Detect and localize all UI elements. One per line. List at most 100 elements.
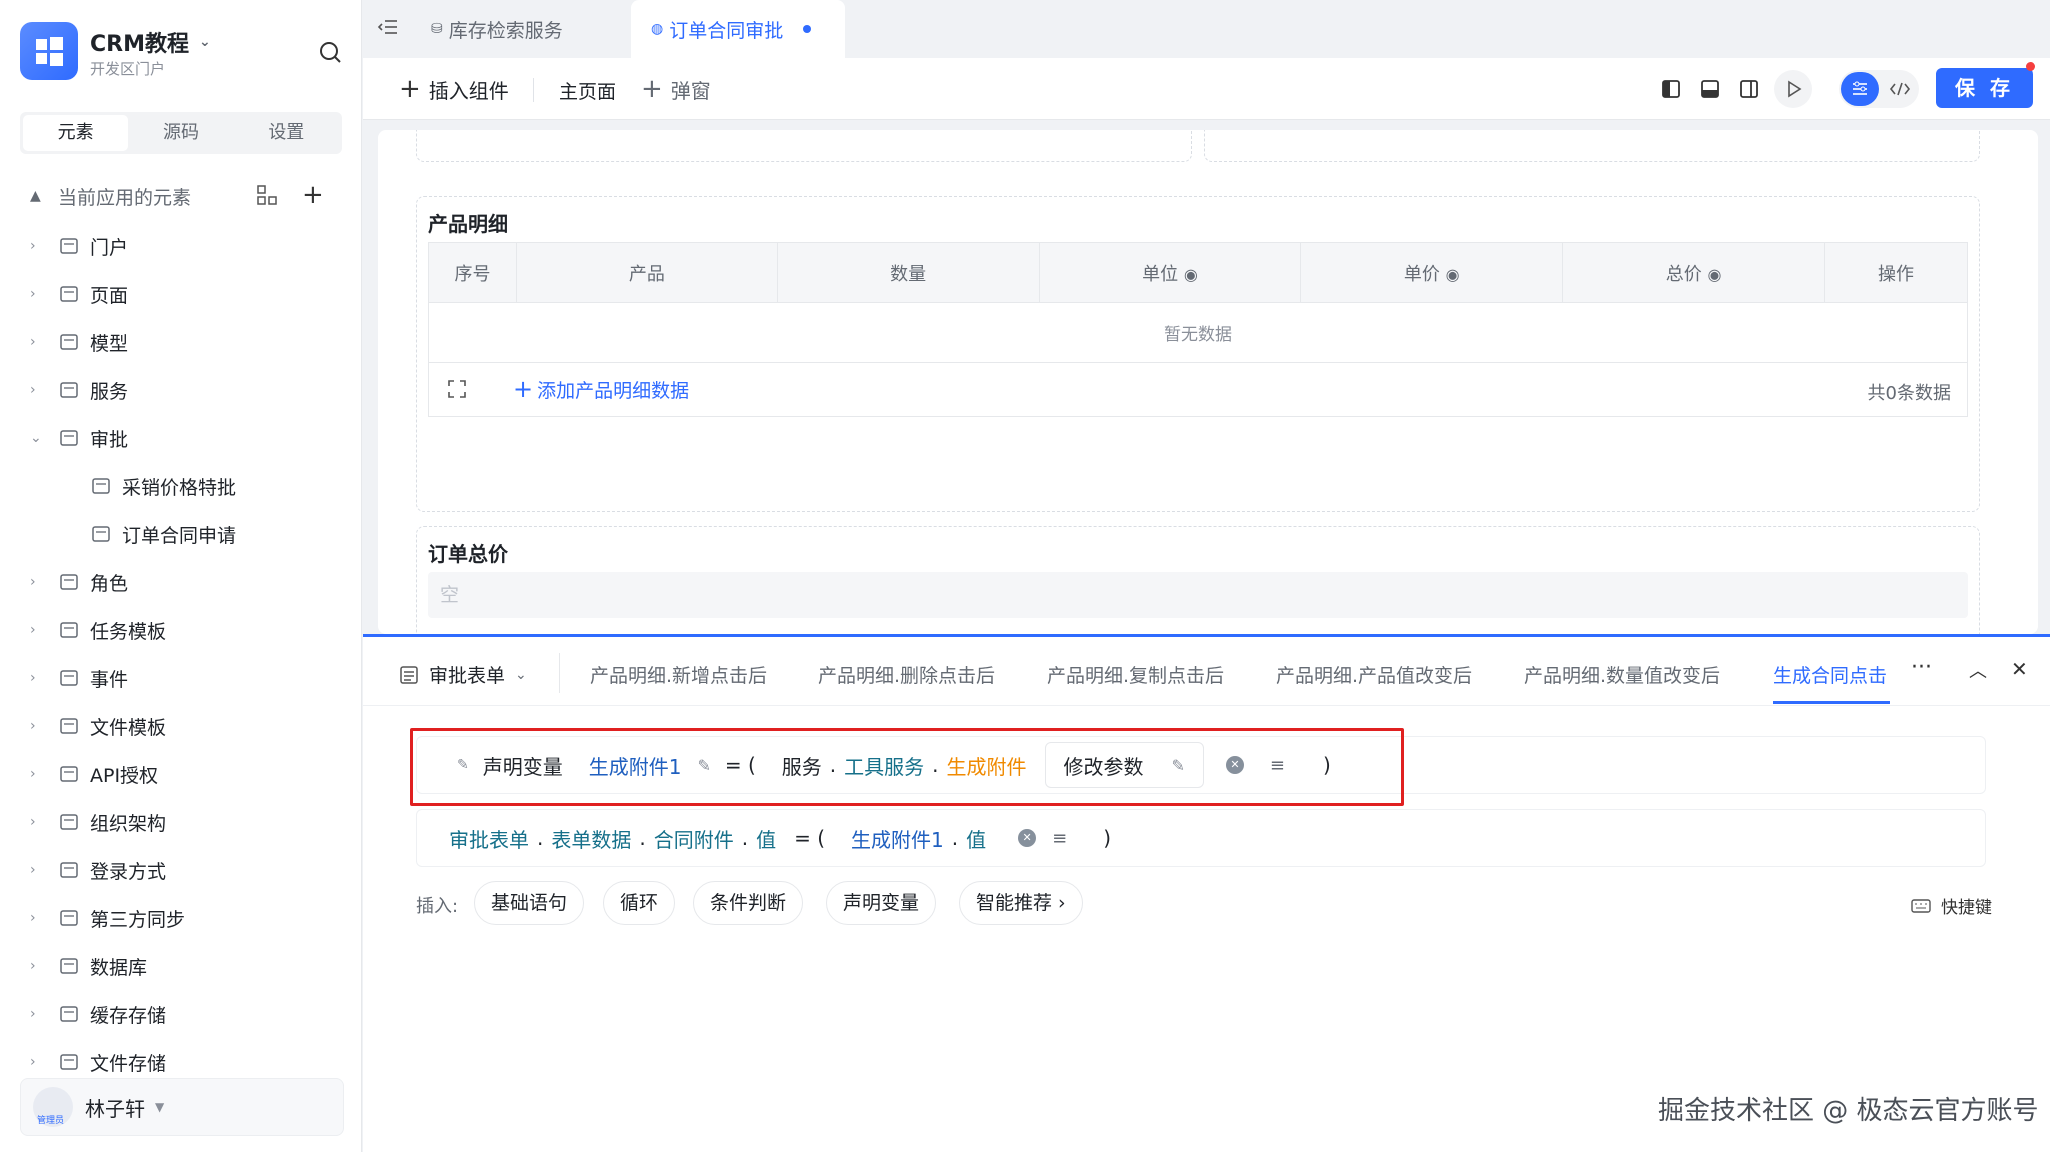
layout-left-icon[interactable]: [1660, 78, 1682, 100]
order-total-title: 订单总价: [428, 542, 508, 566]
tab-elements[interactable]: 元素: [23, 115, 129, 151]
form-data-token[interactable]: 表单数据: [551, 824, 631, 853]
app-name[interactable]: CRM教程 ⌄: [90, 26, 211, 58]
shortcut-button[interactable]: 快捷键: [1911, 893, 1992, 918]
layout-bottom-icon[interactable]: [1699, 78, 1721, 100]
collapse-up-icon[interactable]: ︿: [1969, 657, 1987, 683]
sidebar-item-16[interactable]: › 缓存存储: [30, 994, 340, 1034]
popup-button[interactable]: + 弹窗: [641, 74, 711, 104]
sidebar-item-12[interactable]: › 组织架构: [30, 802, 340, 842]
eye-icon[interactable]: ◉: [1184, 265, 1198, 284]
close-icon[interactable]: ✕: [2011, 657, 2028, 681]
add-icon[interactable]: +: [302, 180, 324, 210]
tab-order-contract[interactable]: ◍ 订单合同审批: [631, 0, 845, 58]
value-token[interactable]: 值: [756, 824, 776, 853]
clear-icon[interactable]: ✕: [1018, 829, 1037, 847]
sidebar-item-14[interactable]: › 第三方同步: [30, 898, 340, 938]
tab-event-copy[interactable]: 产品明细.复制点击后: [1047, 661, 1224, 688]
layout-right-icon[interactable]: [1738, 78, 1760, 100]
chevron-right-icon[interactable]: ›: [30, 382, 48, 398]
add-product-row-button[interactable]: + 添加产品明细数据: [513, 375, 689, 403]
sidebar-item-4[interactable]: ⌄ 审批: [30, 418, 340, 458]
sidebar-item-label: 任务模板: [90, 620, 167, 643]
code-line-assign[interactable]: 审批表单 . 表单数据 . 合同附件 . 值 = ( 生成附件1 . 值 ✕ ≡…: [416, 809, 1986, 867]
sidebar-item-17[interactable]: › 文件存储: [30, 1042, 340, 1082]
sidebar-item-label: 服务: [90, 380, 129, 403]
sidebar-item-label: 页面: [90, 284, 129, 307]
tree-header[interactable]: ▲ 当前应用的元素 +: [30, 180, 330, 212]
insert-condition[interactable]: 条件判断: [693, 881, 804, 925]
sidebar-item-15[interactable]: › 数据库: [30, 946, 340, 986]
sidebar-toggle-icon[interactable]: [377, 16, 399, 38]
tab-settings[interactable]: 设置: [234, 115, 339, 151]
chevron-right-icon[interactable]: ›: [30, 670, 48, 686]
sidebar-item-10[interactable]: › 文件模板: [30, 706, 340, 746]
code-icon[interactable]: [1883, 72, 1917, 106]
eye-icon[interactable]: ◉: [1707, 265, 1721, 284]
contract-attachment-token[interactable]: 合同附件: [654, 824, 734, 853]
chevron-right-icon[interactable]: ›: [30, 286, 48, 302]
main-page-button[interactable]: 主页面: [559, 77, 616, 104]
sidebar-item-7[interactable]: › 角色: [30, 562, 340, 602]
tab-source[interactable]: 源码: [128, 115, 233, 151]
app-logo[interactable]: [20, 22, 78, 80]
tab-event-quantity-change[interactable]: 产品明细.数量值改变后: [1524, 661, 1720, 688]
variable-ref-token[interactable]: 生成附件1: [851, 824, 944, 853]
sidebar-item-label: API授权: [90, 764, 159, 787]
sidebar-item-0[interactable]: › 门户: [30, 226, 340, 266]
eye-icon[interactable]: ◉: [1446, 265, 1460, 284]
insert-basic-statement[interactable]: 基础语句: [474, 881, 585, 925]
insert-component-button[interactable]: + 插入组件: [399, 74, 509, 104]
chevron-right-icon[interactable]: ›: [30, 1054, 48, 1070]
sidebar-item-2[interactable]: › 模型: [30, 322, 340, 362]
chevron-right-icon[interactable]: ›: [30, 718, 48, 734]
collapse-all-icon[interactable]: [256, 184, 278, 206]
sidebar-item-9[interactable]: › 事件: [30, 658, 340, 698]
field-card[interactable]: [416, 130, 1192, 162]
insert-loop[interactable]: 循环: [603, 881, 676, 925]
chevron-down-icon[interactable]: ⌄: [30, 430, 48, 446]
mode-switch[interactable]: [1839, 70, 1919, 108]
wrap-lines-icon[interactable]: ≡: [1052, 828, 1067, 849]
sidebar-item-5[interactable]: 采销价格特批: [80, 466, 390, 506]
chevron-right-icon[interactable]: ›: [30, 622, 48, 638]
insert-declare-variable[interactable]: 声明变量: [826, 881, 937, 925]
sidebar-item-3[interactable]: › 服务: [30, 370, 340, 410]
form-select[interactable]: 审批表单 ⌄: [399, 661, 527, 688]
more-icon[interactable]: ···: [1911, 655, 1932, 680]
sidebar-item-label: 数据库: [90, 956, 148, 979]
chevron-right-icon[interactable]: ›: [30, 1006, 48, 1022]
role-icon: [58, 571, 80, 593]
chevron-right-icon[interactable]: ›: [30, 238, 48, 254]
tab-inventory-search[interactable]: ⛁ 库存检索服务: [411, 0, 611, 58]
chevron-down-icon: ⌄: [515, 666, 527, 683]
tab-event-generate-contract[interactable]: 生成合同点击: [1773, 661, 1890, 688]
fullscreen-icon[interactable]: [447, 379, 467, 399]
field-card[interactable]: [1204, 130, 1980, 162]
chevron-right-icon[interactable]: ›: [30, 862, 48, 878]
chevron-right-icon[interactable]: ›: [30, 574, 48, 590]
form-token[interactable]: 审批表单: [449, 824, 529, 853]
tab-event-product-change[interactable]: 产品明细.产品值改变后: [1276, 661, 1472, 688]
tab-event-delete[interactable]: 产品明细.删除点击后: [818, 661, 995, 688]
sidebar-item-6[interactable]: 订单合同申请: [80, 514, 390, 554]
search-icon[interactable]: [318, 40, 342, 64]
sidebar-item-label: 登录方式: [90, 860, 167, 883]
sidebar-item-13[interactable]: › 登录方式: [30, 850, 340, 890]
save-button[interactable]: 保 存: [1936, 68, 2033, 108]
value-token[interactable]: 值: [966, 824, 986, 853]
chevron-right-icon[interactable]: ›: [30, 814, 48, 830]
chevron-right-icon[interactable]: ›: [30, 910, 48, 926]
tab-event-add[interactable]: 产品明细.新增点击后: [590, 661, 767, 688]
order-total-input[interactable]: 空: [428, 572, 1968, 618]
preview-play-icon[interactable]: [1774, 70, 1812, 108]
user-box[interactable]: 管理员 林子轩 ▼: [20, 1078, 344, 1136]
chevron-right-icon[interactable]: ›: [30, 958, 48, 974]
chevron-right-icon[interactable]: ›: [30, 766, 48, 782]
settings-sliders-icon[interactable]: [1841, 72, 1879, 106]
insert-smart-suggest[interactable]: 智能推荐 ›: [959, 881, 1083, 925]
sidebar-item-11[interactable]: › API授权: [30, 754, 340, 794]
sidebar-item-8[interactable]: › 任务模板: [30, 610, 340, 650]
sidebar-item-1[interactable]: › 页面: [30, 274, 340, 314]
chevron-right-icon[interactable]: ›: [30, 334, 48, 350]
